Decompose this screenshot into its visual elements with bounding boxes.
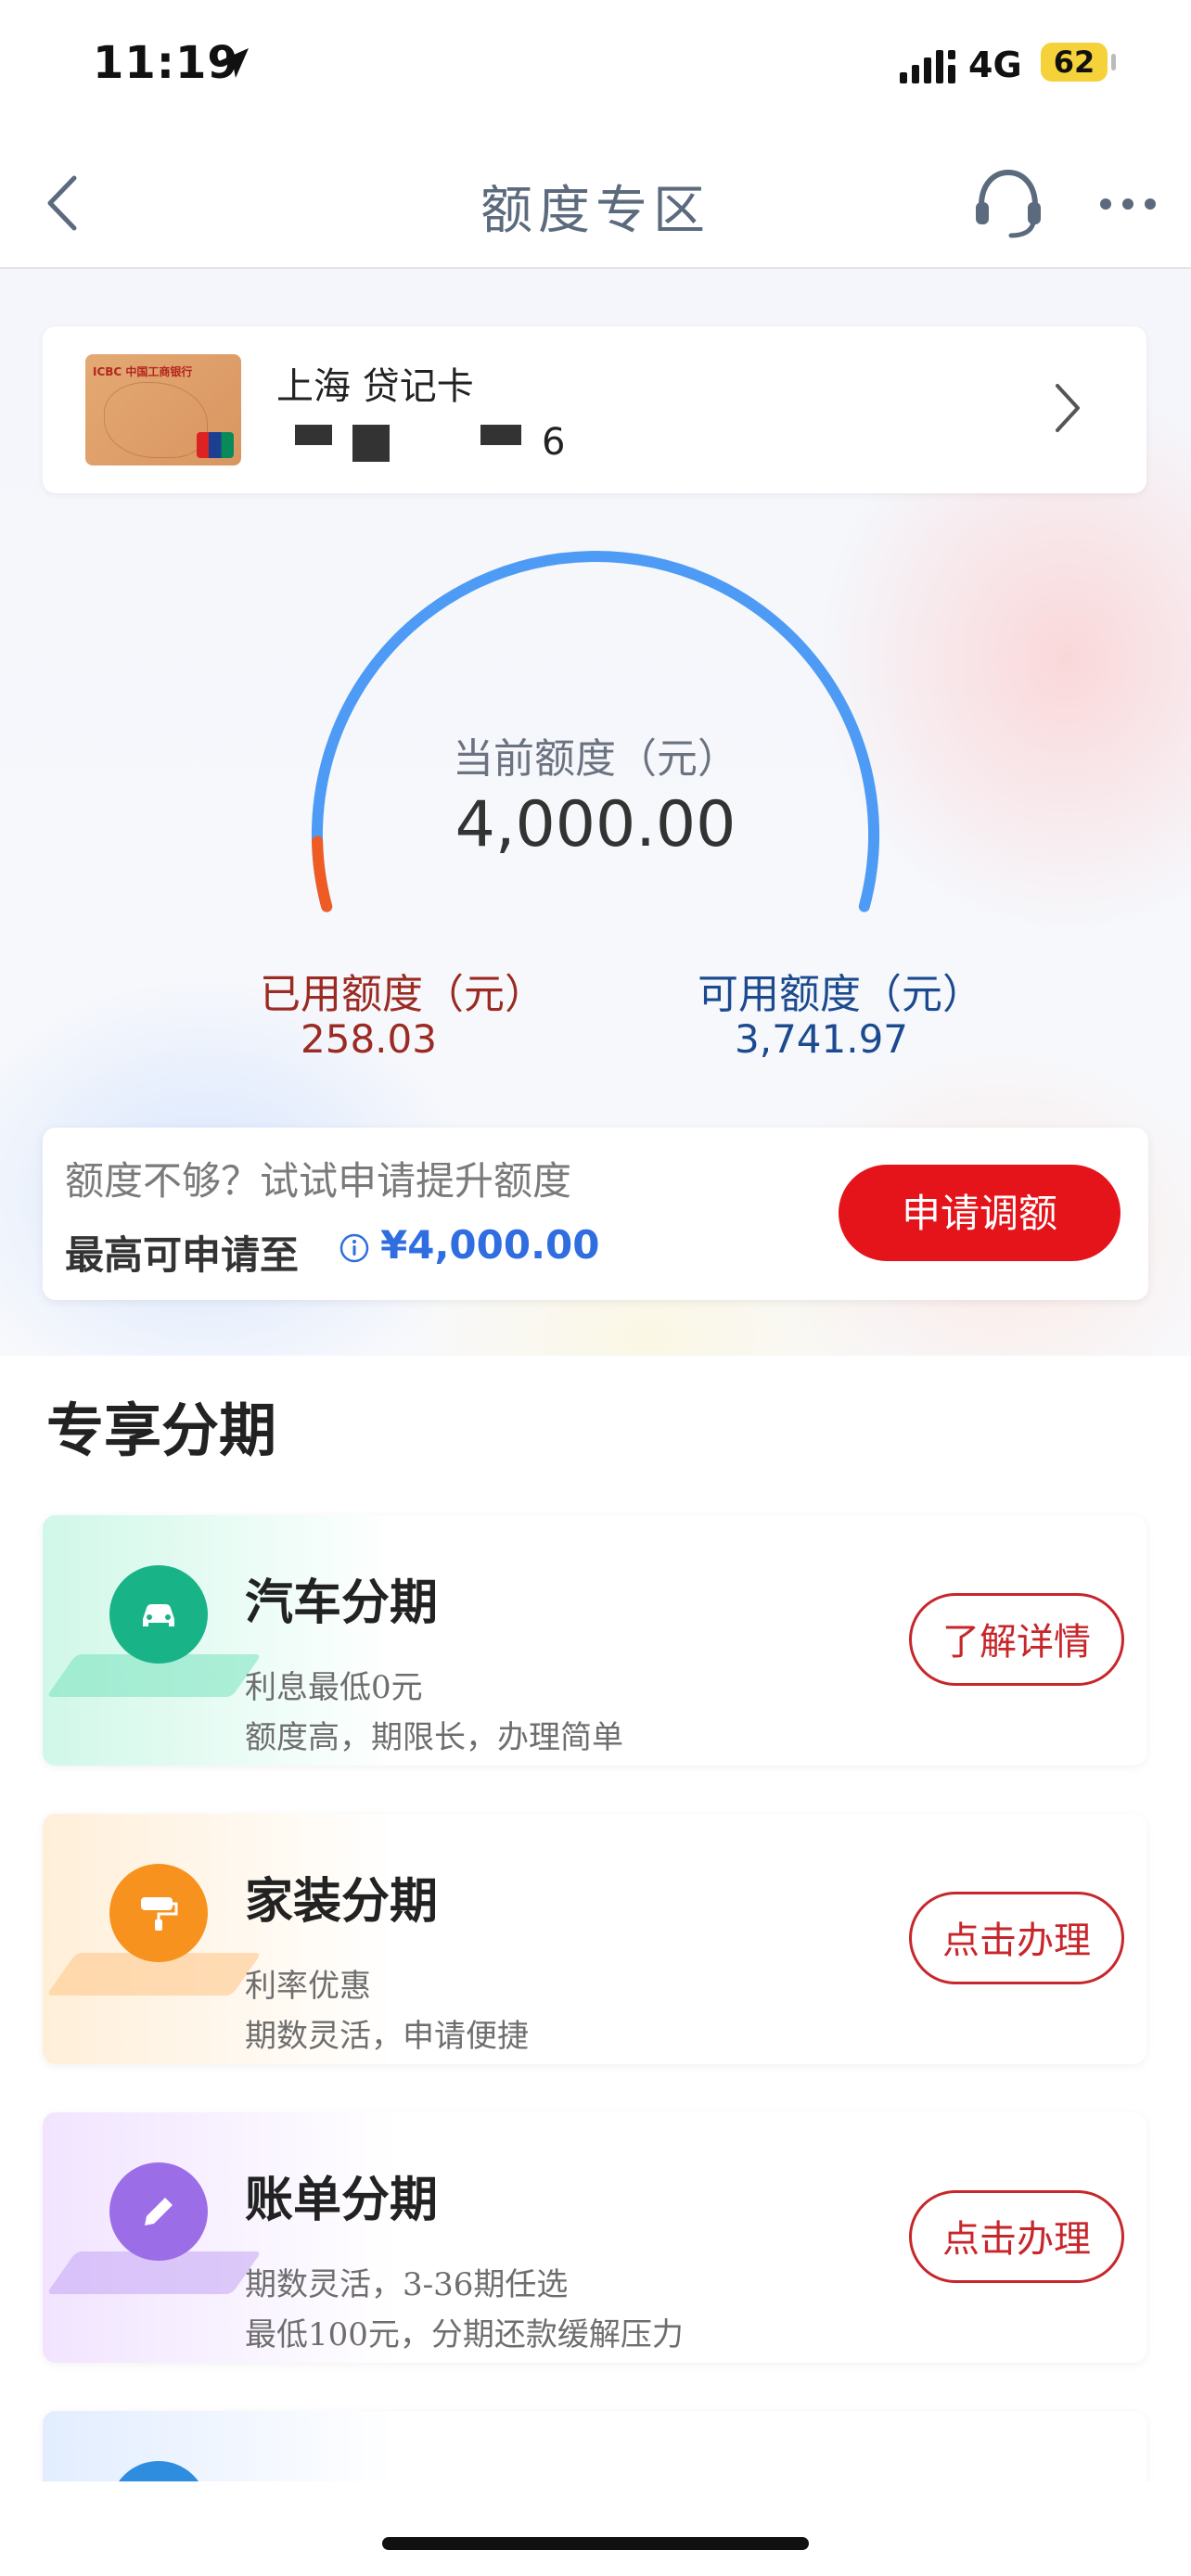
bottom-safe-area <box>0 2481 1191 2576</box>
product-desc-1: 利息最低0元 <box>245 1669 423 1706</box>
masked-digits <box>480 425 521 445</box>
apply-button[interactable]: 点击办理 <box>909 1892 1124 1984</box>
product-desc-1: 期数灵活，3-36期任选 <box>245 2266 569 2303</box>
battery-level: 62 <box>1053 45 1095 80</box>
product-desc-2: 额度高，期限长，办理简单 <box>245 1719 623 1756</box>
used-limit-label: 已用额度（元） <box>260 971 545 1018</box>
pencil-icon <box>109 2162 208 2261</box>
chevron-right-icon[interactable] <box>1054 382 1082 434</box>
product-car-installment: 汽车分期 利息最低0元 额度高，期限长，办理简单 了解详情 <box>43 1515 1146 1766</box>
used-limit-value: 258.03 <box>301 1016 437 1062</box>
battery-icon: 62 <box>1041 43 1108 82</box>
max-limit-label: 最高可申请至 <box>65 1232 300 1278</box>
card-name: 上海 贷记卡 <box>276 365 474 408</box>
product-title: 家装分期 <box>245 1874 439 1930</box>
signal-icon <box>900 50 955 83</box>
battery-tip <box>1111 54 1116 70</box>
product-desc-2: 期数灵活，申请便捷 <box>245 2018 529 2055</box>
card-number-suffix: 6 <box>542 421 566 464</box>
more-icon[interactable] <box>1098 195 1158 213</box>
product-title: 汽车分期 <box>245 1575 439 1631</box>
home-indicator[interactable] <box>382 2537 809 2550</box>
credit-card-image: ICBC 中国工商银行 <box>85 354 241 465</box>
learn-more-button[interactable]: 了解详情 <box>909 1593 1124 1686</box>
product-bill-installment: 账单分期 期数灵活，3-36期任选 最低100元，分期还款缓解压力 点击办理 <box>43 2112 1146 2363</box>
product-title: 账单分期 <box>245 2173 439 2228</box>
paint-roller-icon <box>109 1864 208 1962</box>
unionpay-logo <box>197 432 234 458</box>
increase-hint: 额度不够？试试申请提升额度 <box>65 1158 572 1204</box>
available-limit-label: 可用额度（元） <box>698 971 983 1018</box>
product-desc-1: 利率优惠 <box>245 1968 371 2005</box>
masked-digits <box>295 425 332 445</box>
apply-button[interactable]: 点击办理 <box>909 2190 1124 2283</box>
headset-icon[interactable] <box>970 165 1046 241</box>
current-limit-value: 4,000.00 <box>455 788 736 861</box>
location-arrow-icon <box>219 48 249 78</box>
product-desc-2: 最低100元，分期还款缓解压力 <box>245 2316 684 2353</box>
car-icon <box>109 1565 208 1664</box>
apply-adjust-button[interactable]: 申请调额 <box>839 1165 1121 1261</box>
network-type: 4G <box>968 45 1022 85</box>
section-title: 专享分期 <box>46 1396 277 1464</box>
product-home-installment: 家装分期 利率优惠 期数灵活，申请便捷 点击办理 <box>43 1814 1146 2064</box>
current-limit-label: 当前额度（元） <box>453 735 738 783</box>
available-limit-value: 3,741.97 <box>735 1016 909 1062</box>
info-icon[interactable] <box>339 1233 369 1263</box>
max-limit-amount: ¥4,000.00 <box>380 1222 600 1268</box>
masked-digits <box>352 425 390 462</box>
